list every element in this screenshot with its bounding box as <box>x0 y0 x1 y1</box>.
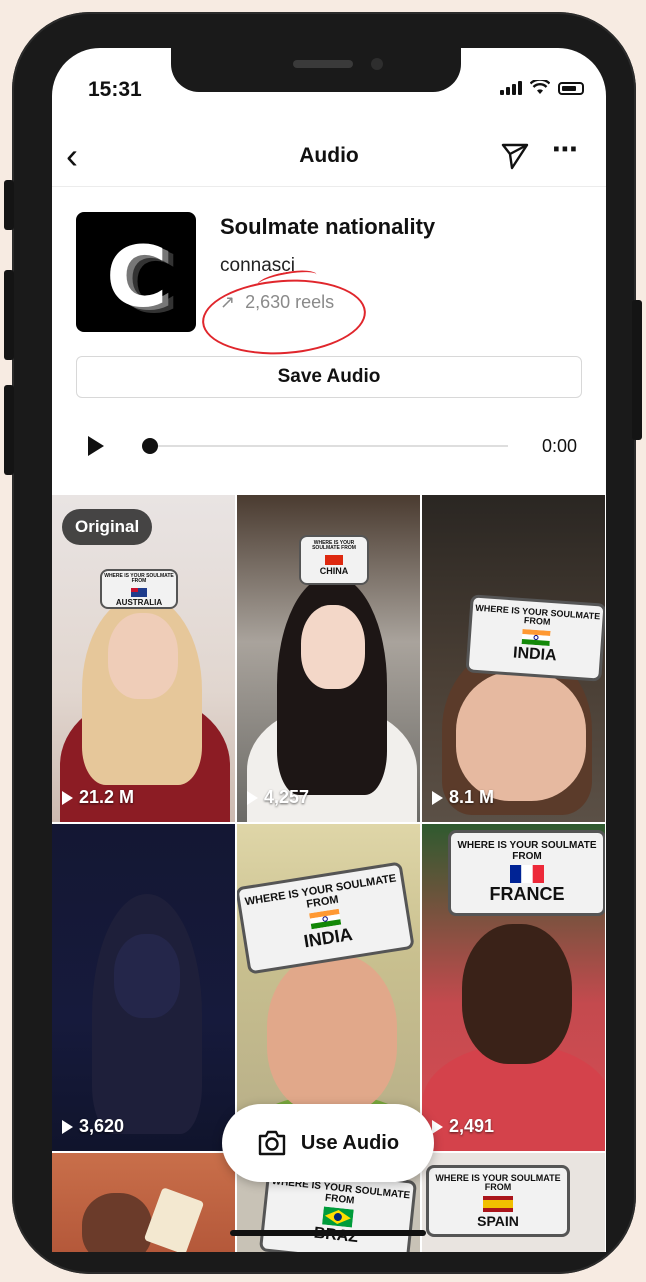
reel-sign: WHERE IS YOUR SOULMATE FROM CHINA <box>299 535 369 585</box>
play-icon[interactable] <box>88 436 104 456</box>
status-time: 15:31 <box>88 78 142 101</box>
reel-views: 21.2 M <box>62 787 134 808</box>
audio-title: Soulmate nationality <box>220 214 436 239</box>
play-count-icon <box>432 1119 443 1134</box>
reel-person-face <box>108 613 178 699</box>
reel-thumbnail[interactable]: 3,620 <box>52 824 235 1151</box>
france-flag-icon <box>510 865 544 883</box>
red-circle-annotation <box>199 274 369 360</box>
reel-sign: WHERE IS YOUR SOULMATE FROM SPAIN <box>426 1165 570 1237</box>
signal-icon <box>500 81 522 95</box>
reel-sign-question: WHERE IS YOUR SOULMATE FROM <box>435 1173 561 1193</box>
reel-thumbnail[interactable]: WHERE IS YOUR SOULMATE FROM INDIA 8.1 M <box>422 495 605 822</box>
reel-card-prop <box>143 1187 205 1252</box>
reel-thumbnail[interactable]: WHERE IS YOUR SOULMATE FROM CHINA 4,257 <box>237 495 420 822</box>
reel-views-count: 4,257 <box>264 787 310 807</box>
use-audio-label: Use Audio <box>300 1131 400 1154</box>
play-count-icon <box>62 790 73 805</box>
reel-sign-country: FRANCE <box>489 884 565 904</box>
reel-thumbnail[interactable]: WHERE IS YOUR SOULMATE FROM SPAIN <box>422 1153 605 1252</box>
use-audio-button[interactable]: Use Audio <box>222 1104 434 1182</box>
volume-up-button <box>4 270 14 360</box>
camera-icon <box>258 1130 286 1156</box>
audio-cover-art: C <box>76 212 196 332</box>
reel-sign-question: WHERE IS YOUR SOULMATE FROM <box>457 840 597 862</box>
reel-sign-country: CHINA <box>319 565 349 576</box>
save-audio-button[interactable]: Save Audio <box>76 356 582 398</box>
china-flag-icon <box>325 554 343 565</box>
cover-logo: C <box>106 228 168 326</box>
reel-sign: WHERE IS YOUR SOULMATE FROM FRANCE <box>448 830 605 916</box>
reel-person-face <box>456 671 586 801</box>
reel-person-face <box>301 605 365 689</box>
reel-person-face <box>82 1193 152 1252</box>
reel-sign-question: WHERE IS YOUR SOULMATE FROM <box>271 1175 411 1207</box>
app-screen: 15:31 ‹ Audio ⋯ C Soulmate nationality c… <box>52 48 606 1252</box>
reel-sign: WHERE IS YOUR SOULMATE FROM INDIA <box>465 594 605 682</box>
reel-thumbnail[interactable] <box>52 1153 235 1252</box>
reel-sign-country: AUSTRALIA <box>115 597 163 607</box>
reels-count-row: ↗ 2,630 reels <box>220 292 334 313</box>
audio-progress-knob[interactable] <box>142 438 158 454</box>
status-icons <box>500 80 584 95</box>
reel-views-count: 3,620 <box>79 1116 125 1136</box>
original-badge: Original <box>62 509 153 545</box>
reel-thumbnail[interactable]: WHERE IS YOUR SOULMATE FROM FRANCE 2,491 <box>422 824 605 1151</box>
reel-sign: WHERE IS YOUR SOULMATE FROM INDIA <box>237 861 415 975</box>
reel-person-face <box>462 924 572 1064</box>
volume-down-button <box>4 385 14 475</box>
reel-sign-country: SPAIN <box>477 1212 519 1229</box>
battery-icon <box>558 82 584 95</box>
audio-time: 0:00 <box>542 436 578 456</box>
more-icon[interactable]: ⋯ <box>552 134 579 165</box>
reel-views-count: 21.2 M <box>79 787 135 807</box>
top-bar: ‹ Audio ⋯ <box>52 134 606 187</box>
reel-views-count: 8.1 M <box>449 787 495 807</box>
reel-sign-question: WHERE IS YOUR SOULMATE FROM <box>104 573 174 585</box>
wifi-icon <box>530 80 550 94</box>
reel-thumbnail[interactable]: WHERE IS YOUR SOULMATE FROM AUSTRALIA Or… <box>52 495 235 822</box>
reel-sign-question: WHERE IS YOUR SOULMATE FROM <box>475 602 601 628</box>
play-count-icon <box>62 1119 73 1134</box>
reel-sign-question: WHERE IS YOUR SOULMATE FROM <box>312 540 356 552</box>
reel-thumbnail[interactable]: WHERE IS YOUR SOULMATE FROM INDIA <box>237 824 420 1151</box>
reel-person-face <box>114 934 180 1018</box>
trend-arrow-icon: ↗ <box>220 292 236 312</box>
power-button <box>632 300 642 440</box>
reel-views: 8.1 M <box>432 787 494 808</box>
reel-views-count: 2,491 <box>449 1116 495 1136</box>
spain-flag-icon <box>483 1195 513 1212</box>
brazil-flag-icon <box>322 1206 354 1228</box>
india-flag-icon <box>521 628 551 646</box>
mute-switch <box>4 180 14 230</box>
play-count-icon <box>247 790 258 805</box>
reel-sign: WHERE IS YOUR SOULMATE FROM AUSTRALIA <box>100 569 178 609</box>
reel-sign-country: INDIA <box>512 644 558 665</box>
reels-count: 2,630 reels <box>245 292 335 312</box>
reel-views: 3,620 <box>62 1116 124 1137</box>
audio-progress-track[interactable] <box>148 445 508 447</box>
reel-views: 4,257 <box>247 787 309 808</box>
australia-flag-icon <box>131 587 147 597</box>
home-indicator[interactable] <box>230 1230 426 1236</box>
notch <box>171 48 461 92</box>
speaker <box>293 60 353 68</box>
reel-views: 2,491 <box>432 1116 494 1137</box>
reel-person-face <box>267 954 397 1114</box>
front-camera <box>371 58 383 70</box>
audio-artist[interactable]: connasci <box>220 255 295 277</box>
send-icon[interactable] <box>500 142 530 170</box>
play-count-icon <box>432 790 443 805</box>
